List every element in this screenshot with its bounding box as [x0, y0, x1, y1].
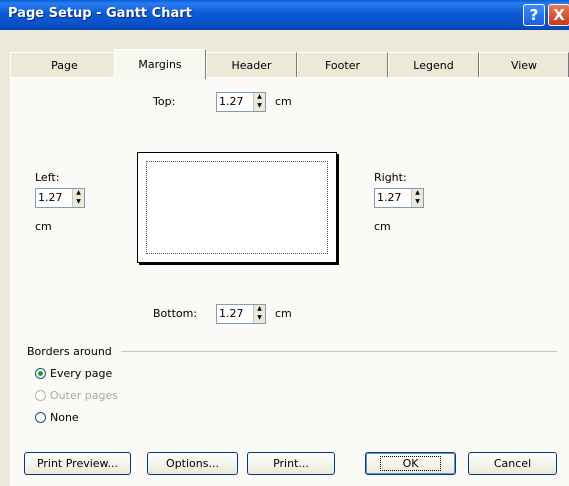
- title-bar[interactable]: Page Setup - Gantt Chart ? X: [0, 0, 569, 30]
- spin-up-icon[interactable]: ▲: [254, 93, 265, 102]
- tab-margins[interactable]: Margins: [114, 49, 206, 79]
- margin-guides: [146, 161, 328, 254]
- ok-button-label[interactable]: OK: [379, 456, 442, 471]
- spin-up-icon[interactable]: ▲: [412, 189, 423, 198]
- left-label: Left:: [35, 171, 60, 184]
- left-unit: cm: [35, 220, 52, 233]
- print-preview-button[interactable]: Print Preview...: [24, 452, 131, 475]
- left-spin-arrows[interactable]: ▲ ▼: [72, 189, 84, 207]
- spin-up-icon[interactable]: ▲: [254, 305, 265, 314]
- spin-down-icon[interactable]: ▼: [254, 314, 265, 323]
- bottom-margin-value[interactable]: 1.27: [217, 305, 253, 323]
- left-margin-spinner[interactable]: 1.27 ▲ ▼: [35, 188, 85, 208]
- cancel-button[interactable]: Cancel: [468, 452, 557, 475]
- right-margin-value[interactable]: 1.27: [375, 189, 411, 207]
- right-margin-spinner[interactable]: 1.27 ▲ ▼: [374, 188, 424, 208]
- margins-panel: Top: 1.27 ▲ ▼ cm Left: 1.27 ▲ ▼ cm Right: …: [10, 77, 569, 486]
- bottom-label: Bottom:: [153, 307, 198, 320]
- radio-outer-pages-label: Outer pages: [50, 389, 118, 402]
- top-margin-spinner[interactable]: 1.27 ▲ ▼: [216, 92, 266, 112]
- print-button[interactable]: Print...: [247, 452, 335, 475]
- radio-button[interactable]: [35, 368, 46, 379]
- right-label: Right:: [374, 171, 407, 184]
- radio-every-page[interactable]: Every page: [35, 367, 112, 380]
- radio-button: [35, 390, 46, 401]
- top-spin-arrows[interactable]: ▲ ▼: [253, 93, 265, 111]
- group-divider: [121, 351, 557, 352]
- page-setup-dialog: Page Setup - Gantt Chart ? X Page Margin…: [0, 0, 569, 486]
- left-margin-value[interactable]: 1.27: [36, 189, 72, 207]
- radio-none-label[interactable]: None: [50, 411, 79, 424]
- window-title: Page Setup - Gantt Chart: [8, 6, 192, 21]
- radio-button[interactable]: [35, 412, 46, 423]
- tab-header[interactable]: Header: [206, 52, 297, 78]
- borders-group-label: Borders around: [27, 345, 112, 358]
- radio-outer-pages: Outer pages: [35, 389, 118, 402]
- spin-up-icon[interactable]: ▲: [73, 189, 84, 198]
- top-margin-value[interactable]: 1.27: [217, 93, 253, 111]
- options-button[interactable]: Options...: [147, 452, 238, 475]
- tab-footer[interactable]: Footer: [297, 52, 388, 78]
- help-button[interactable]: ?: [523, 4, 545, 26]
- bottom-margin-spinner[interactable]: 1.27 ▲ ▼: [216, 304, 266, 324]
- top-unit: cm: [275, 95, 292, 108]
- spin-down-icon[interactable]: ▼: [254, 102, 265, 111]
- ok-button[interactable]: OK: [365, 452, 456, 475]
- spin-down-icon[interactable]: ▼: [73, 198, 84, 207]
- tab-page[interactable]: Page: [10, 52, 119, 78]
- radio-none[interactable]: None: [35, 411, 79, 424]
- tab-view[interactable]: View: [479, 52, 569, 78]
- top-label: Top:: [153, 95, 175, 108]
- right-unit: cm: [374, 220, 391, 233]
- close-button[interactable]: X: [548, 4, 569, 26]
- tab-strip: Page Margins Header Footer Legend View: [10, 49, 569, 79]
- page-preview: [137, 152, 337, 263]
- radio-every-page-label[interactable]: Every page: [50, 367, 112, 380]
- tab-legend[interactable]: Legend: [388, 52, 479, 78]
- right-spin-arrows[interactable]: ▲ ▼: [411, 189, 423, 207]
- top-label-text: Top:: [153, 95, 176, 108]
- spin-down-icon[interactable]: ▼: [412, 198, 423, 207]
- bottom-unit: cm: [275, 307, 292, 320]
- bottom-spin-arrows[interactable]: ▲ ▼: [253, 305, 265, 323]
